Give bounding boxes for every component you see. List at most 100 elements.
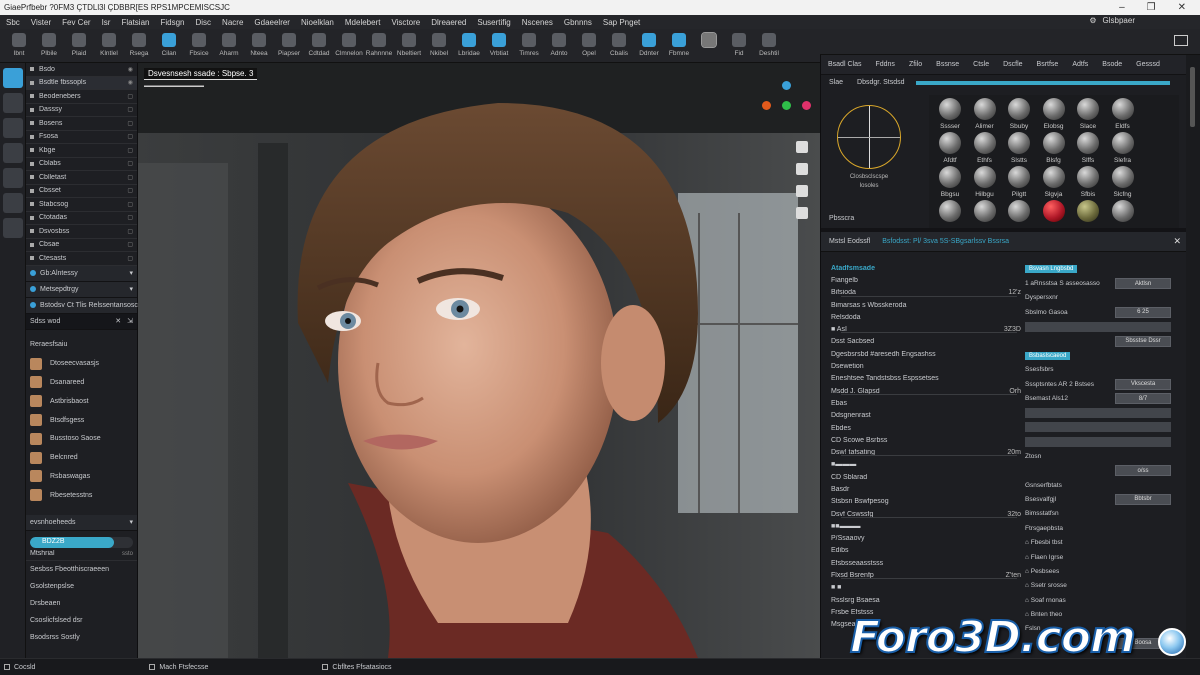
material-swatch[interactable]: Sssser — [933, 98, 967, 130]
cloud-icon[interactable] — [3, 143, 23, 163]
bottom-item[interactable]: Csoslicfslsed dsr — [26, 612, 137, 629]
attribute-slider[interactable] — [841, 455, 1017, 457]
property-field[interactable]: 8/7 — [1115, 393, 1171, 405]
tool-button[interactable] — [694, 29, 724, 63]
chevron-down-icon[interactable]: ▾ — [129, 518, 133, 526]
transform-icon[interactable] — [796, 207, 808, 219]
property-row[interactable] — [1025, 420, 1171, 434]
property-row[interactable]: Sssptsntes AR 2 Bstses Vkscesta — [1025, 377, 1171, 391]
property-slider[interactable] — [1025, 422, 1171, 433]
outliner-row[interactable]: Bsdo ◉ — [26, 63, 137, 77]
material-swatch[interactable]: Pilgtt — [1002, 166, 1036, 198]
material-swatch[interactable] — [1037, 200, 1071, 225]
subsection-header[interactable]: evsnhoeheeds ▾ — [26, 514, 137, 531]
asset-item[interactable]: Busstoso Saose — [26, 429, 137, 448]
visibility-icon[interactable]: ▢ — [127, 228, 133, 235]
bottom-item[interactable]: Gsolstenpslse — [26, 578, 137, 595]
pin-icon[interactable]: ⇲ — [127, 317, 133, 325]
property-row[interactable]: Bsbaslscaeod — [1025, 348, 1171, 362]
tab-material-editor[interactable]: Mstsl Eodssfl — [821, 238, 878, 245]
close-icon[interactable]: ✕ — [1178, 2, 1186, 13]
material-swatch[interactable]: Elobsg — [1037, 98, 1071, 130]
tab-item[interactable]: Fddns — [868, 61, 901, 68]
visibility-icon[interactable]: ◉ — [128, 79, 133, 86]
tool-button[interactable]: Klntlel — [94, 29, 124, 63]
brush-icon[interactable] — [796, 141, 808, 153]
tool-button[interactable]: Opel — [574, 29, 604, 63]
material-swatch[interactable] — [968, 200, 1002, 225]
attribute-row[interactable]: P/Ssaaovy — [831, 533, 1021, 545]
asset-item[interactable]: Belcnred — [26, 448, 137, 467]
menu-item[interactable]: Sap Pnget — [603, 18, 640, 27]
property-row[interactable]: Ssesfsbrs — [1025, 363, 1171, 377]
tab-item[interactable]: Bsadl Clas — [821, 61, 868, 68]
viewport-dot[interactable] — [782, 101, 791, 110]
progress-bar[interactable]: BDZ2B — [30, 536, 133, 548]
menu-item[interactable]: Fidsgn — [160, 18, 184, 27]
tab-item[interactable]: Zfilo — [902, 61, 929, 68]
attribute-row[interactable]: Msdd J. Glapsd Orh — [831, 385, 1021, 397]
visibility-icon[interactable]: ▢ — [127, 201, 133, 208]
material-swatch[interactable]: Sbuby — [1002, 98, 1036, 130]
property-row[interactable]: Gsnserfbtats — [1025, 478, 1171, 492]
material-swatch[interactable]: Eldfs — [1106, 98, 1140, 130]
outliner-section[interactable]: Bstodsv Ct Tlis Relssentansoscl — [26, 297, 139, 314]
fullscreen-icon[interactable] — [1174, 35, 1188, 46]
tool-button[interactable]: Fbsice — [184, 29, 214, 63]
tool-button[interactable]: Plaid — [64, 29, 94, 63]
attribute-slider[interactable] — [841, 578, 1017, 580]
property-row[interactable]: Ftrsgaepbsta — [1025, 521, 1171, 535]
viewport-dot[interactable] — [762, 101, 771, 110]
tab-item[interactable]: Dscfle — [996, 61, 1029, 68]
property-slider[interactable] — [1025, 321, 1171, 332]
camera-icon[interactable] — [3, 168, 23, 188]
tool-button[interactable]: Aharm — [214, 29, 244, 63]
attribute-row[interactable]: Rsslsrg Bsaesa — [831, 594, 1021, 606]
material-swatch[interactable]: Slgvja — [1037, 166, 1071, 198]
outliner-row[interactable]: Dsvosbss ▢ — [26, 225, 137, 239]
attribute-row[interactable]: Fiangelb — [831, 274, 1021, 286]
property-button[interactable]: Bsbaslscaeod — [1025, 351, 1071, 360]
property-button[interactable]: Bsvasn Lngbsbd — [1025, 265, 1078, 274]
outliner-row[interactable]: Cblabs ▢ — [26, 158, 137, 171]
status-item[interactable]: Cocsld — [0, 664, 35, 671]
property-row[interactable]: Bimsstatfsn — [1025, 507, 1171, 521]
visibility-icon[interactable]: ▢ — [127, 93, 133, 100]
attribute-row[interactable]: Bifsioda 12'z — [831, 287, 1021, 299]
attribute-row[interactable]: Ebas — [831, 397, 1021, 409]
attribute-row[interactable]: Atadfsmsade — [831, 262, 1021, 274]
property-field[interactable]: Vkscesta — [1115, 378, 1171, 390]
property-field[interactable]: Bbtsbr — [1115, 493, 1171, 505]
close-icon[interactable]: ✕ — [115, 317, 121, 325]
tool-button[interactable]: Adnto — [544, 29, 574, 63]
material-swatch[interactable] — [1106, 200, 1140, 225]
outliner-row[interactable]: Beodenebers ▢ — [26, 90, 137, 104]
property-slider[interactable] — [1025, 436, 1171, 447]
viewport-dot[interactable] — [782, 81, 791, 90]
outliner-row[interactable]: Cbsae ▢ — [26, 239, 137, 252]
tool-button[interactable]: Piapser — [274, 29, 304, 63]
tool-button[interactable]: Cbalis — [604, 29, 634, 63]
menu-item[interactable]: Nacre — [222, 18, 243, 27]
property-row[interactable]: Sbsstse Dssr — [1025, 334, 1171, 348]
attribute-row[interactable]: ■ AsI 3Z3D — [831, 323, 1021, 335]
outliner-row[interactable]: Ctesasts ▢ — [26, 252, 137, 266]
attribute-row[interactable]: Dsewetion — [831, 360, 1021, 372]
visibility-icon[interactable]: ▢ — [127, 174, 133, 181]
menu-item[interactable]: Nioelklan — [301, 18, 334, 27]
asset-item[interactable]: Rsbaswagas — [26, 467, 137, 486]
tab-item[interactable]: Bsrtfse — [1030, 61, 1066, 68]
visibility-icon[interactable]: ▢ — [127, 241, 133, 248]
render-icon[interactable] — [3, 193, 23, 213]
attribute-row[interactable]: Dsst Sacbsed — [831, 336, 1021, 348]
tab-material-path[interactable]: Bsfodsst: Pl/ 3sva 5S-SBgsarlssv Bssrsa — [878, 238, 1013, 245]
attribute-row[interactable]: Ebdes — [831, 422, 1021, 434]
property-field[interactable]: 6 25 — [1115, 306, 1171, 318]
menu-item[interactable]: Mdelebert — [345, 18, 381, 27]
property-field[interactable]: o/ss — [1115, 465, 1171, 477]
tool-button[interactable]: Plbile — [34, 29, 64, 63]
asset-item[interactable]: Rbesetesstns — [26, 486, 137, 505]
property-row[interactable]: Bsvasn Lngbsbd — [1025, 262, 1171, 276]
status-item[interactable]: Cbfltes Ffsatasiocs — [318, 664, 392, 671]
menu-item[interactable]: Dlreaered — [431, 18, 466, 27]
